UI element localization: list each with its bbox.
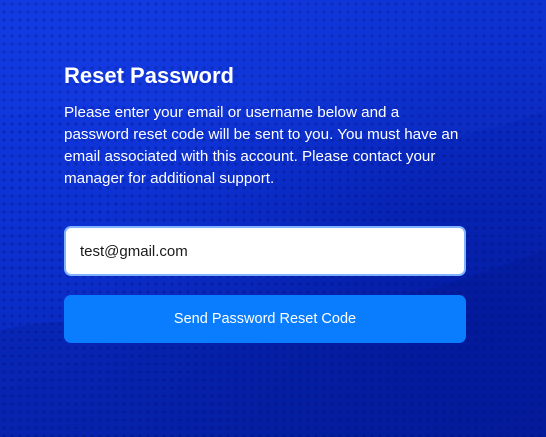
page-title: Reset Password [64,63,234,88]
instructions-text: Please enter your email or username belo… [64,104,459,187]
send-reset-code-button[interactable]: Send Password Reset Code [64,295,466,343]
email-username-input[interactable] [64,226,466,276]
reset-password-panel: Reset Password Please enter your email o… [64,62,466,343]
